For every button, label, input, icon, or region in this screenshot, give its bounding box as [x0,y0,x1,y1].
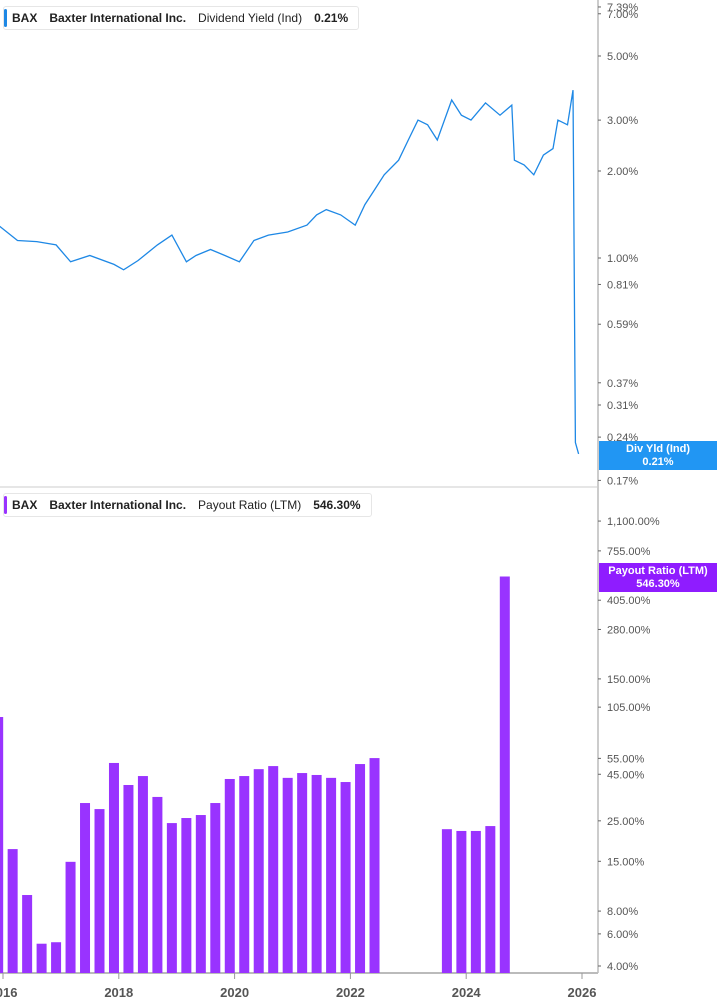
payout-bar [181,818,192,973]
payout-bar [326,777,337,973]
legend-metric: Dividend Yield (Ind) [198,11,303,25]
yield-y-tick-label: 0.31% [607,400,638,412]
payout-bar [123,784,134,973]
payout-bar [499,576,510,973]
series-color-marker [4,496,7,514]
payout-bar [36,943,47,973]
payout-bar [253,769,264,973]
payout-y-tick-label: 15.00% [607,856,645,868]
payout-y-tick-label: 45.00% [607,769,645,781]
dividend-yield-line [0,89,580,455]
payout-bar [485,826,496,973]
yield-y-tick-label: 0.81% [607,279,638,291]
payout-value-badge: Payout Ratio (LTM) 546.30% [599,563,717,592]
payout-bar [456,830,467,973]
payout-bar [210,803,221,973]
yield-y-tick-label: 0.59% [607,319,638,331]
payout-bar [94,809,105,973]
payout-bar [108,762,119,973]
payout-y-tick-label: 55.00% [607,753,645,765]
x-tick-label: 2016 [0,985,17,1000]
payout-y-tick-label: 4.00% [607,961,638,973]
yield-value-badge: Div Yld (Ind) 0.21% [599,441,717,470]
legend-ticker: BAX [12,498,38,512]
badge-label: Div Yld (Ind) [626,443,690,455]
badge-value: 0.21% [642,456,674,468]
x-tick-label: 2022 [336,985,365,1000]
badge-value: 546.30% [636,578,680,590]
payout-bar [340,782,351,973]
yield-y-tick-label: 3.00% [607,115,638,127]
payout-bar [311,774,322,973]
payout-bar [22,895,33,973]
x-tick-label: 2018 [104,985,133,1000]
badge-label: Payout Ratio (LTM) [608,565,708,577]
payout-legend: BAX Baxter International Inc. Payout Rat… [3,493,372,517]
legend-value: 546.30% [313,498,361,512]
legend-company: Baxter International Inc. [49,498,187,512]
legend-ticker: BAX [12,11,38,25]
payout-bar [166,823,177,973]
payout-bar [7,849,18,973]
payout-bar [152,796,163,973]
payout-y-tick-label: 755.00% [607,546,651,558]
payout-y-tick-label: 405.00% [607,595,651,607]
payout-y-tick-label: 280.00% [607,624,651,636]
yield-y-tick-label: 1.00% [607,253,638,265]
payout-bar [369,758,380,973]
payout-y-tick-label: 6.00% [607,929,638,941]
payout-bar [470,830,481,973]
yield-legend: BAX Baxter International Inc. Dividend Y… [3,6,360,30]
payout-bar [441,829,452,973]
legend-company: Baxter International Inc. [49,11,187,25]
legend-value: 0.21% [314,11,349,25]
series-color-marker [4,9,7,27]
yield-y-tick-label: 0.37% [607,378,638,390]
payout-bar [80,803,91,973]
x-tick-label: 2024 [452,985,482,1000]
legend-metric: Payout Ratio (LTM) [198,498,302,512]
x-tick-label: 2020 [220,985,249,1000]
payout-bar [297,773,308,973]
payout-bar [51,942,62,973]
yield-y-tick-label: 2.00% [607,166,638,178]
payout-y-tick-label: 8.00% [607,906,638,918]
yield-y-tick-label: 5.00% [607,51,638,63]
payout-y-tick-label: 25.00% [607,816,645,828]
yield-y-tick-label: 7.00% [607,9,638,21]
payout-y-tick-label: 1,100.00% [607,516,660,528]
payout-bar [195,815,206,973]
payout-y-tick-label: 105.00% [607,702,651,714]
payout-bar [268,766,279,973]
x-tick-label: 2026 [568,985,597,1000]
payout-y-tick-label: 150.00% [607,674,651,686]
payout-bar [65,861,76,973]
payout-bar [137,776,148,973]
payout-bar [282,777,293,973]
payout-bar [239,776,250,973]
payout-bar [355,764,366,973]
yield-y-tick-label: 0.17% [607,475,638,487]
payout-bar [224,778,235,973]
payout-bar [0,717,4,973]
